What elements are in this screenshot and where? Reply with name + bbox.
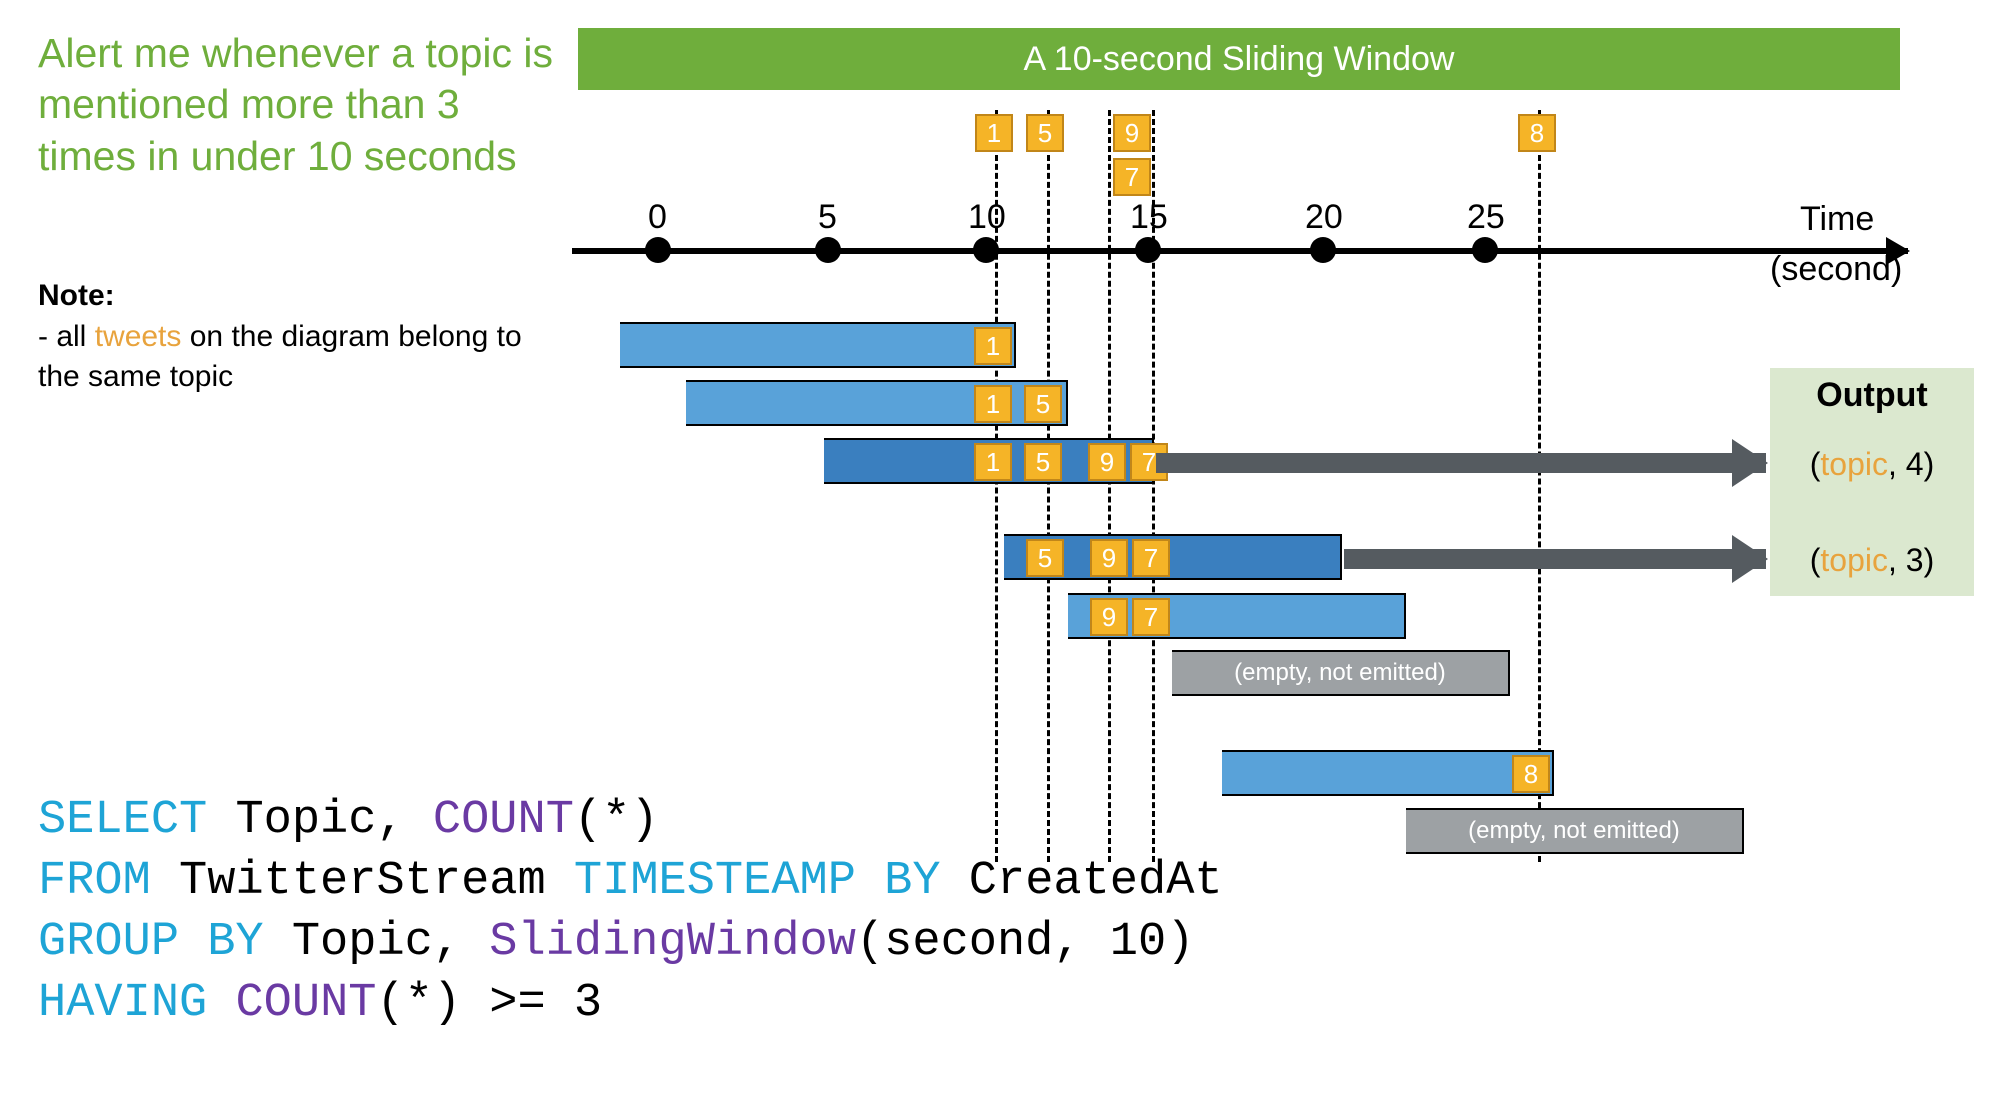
axis-label-time: Time xyxy=(1800,200,1874,239)
output-panel: Output (topic, 4) (topic, 3) xyxy=(1770,368,1974,596)
axis-tick xyxy=(1310,237,1336,263)
window-bar: 1 xyxy=(620,322,1016,368)
axis-tick xyxy=(1135,237,1161,263)
sql-ts-col: CreatedAt xyxy=(941,855,1223,908)
sql-select: SELECT xyxy=(38,794,207,847)
axis-label-second: (second) xyxy=(1770,250,1902,289)
sql-timestamp-by: TIMESTEAMP BY xyxy=(574,855,941,908)
event-marker: 8 xyxy=(1518,114,1556,152)
event-marker: 1 xyxy=(975,114,1013,152)
sql-count-fn: COUNT xyxy=(433,794,574,847)
window-bar: 97 xyxy=(1068,593,1406,639)
axis-tick xyxy=(645,237,671,263)
note-block: Note: - all tweets on the diagram belong… xyxy=(38,276,558,398)
window-bar: 15 xyxy=(686,380,1068,426)
event-chip: 8 xyxy=(1512,755,1550,793)
time-axis xyxy=(572,248,1908,254)
event-chip: 7 xyxy=(1132,539,1170,577)
lead-text: Alert me whenever a topic is mentioned m… xyxy=(38,28,558,182)
event-marker: 7 xyxy=(1113,158,1151,196)
axis-tick xyxy=(1472,237,1498,263)
output-title: Output xyxy=(1770,376,1974,415)
output-arrow xyxy=(1156,453,1766,473)
sql-from: FROM xyxy=(38,855,151,908)
axis-tick xyxy=(973,237,999,263)
sql-sw-args: (second, 10) xyxy=(856,916,1194,969)
sql-having-tail: (*) >= 3 xyxy=(376,977,602,1030)
guide-line xyxy=(1047,110,1050,862)
axis-tick-label: 10 xyxy=(968,198,1006,237)
event-marker: 5 xyxy=(1026,114,1064,152)
window-bar: 597 xyxy=(1004,534,1342,580)
sql-query: SELECT Topic, COUNT(*) FROM TwitterStrea… xyxy=(38,790,1223,1034)
sql-slidingwindow-fn: SlidingWindow xyxy=(489,916,856,969)
output-arrow xyxy=(1344,549,1766,569)
event-marker: 9 xyxy=(1113,114,1151,152)
axis-tick-label: 5 xyxy=(818,198,837,237)
axis-tick-label: 0 xyxy=(648,198,667,237)
note-heading: Note xyxy=(38,279,105,312)
window-bar: 8 xyxy=(1222,750,1554,796)
event-chip: 5 xyxy=(1026,539,1064,577)
event-chip: 5 xyxy=(1024,385,1062,423)
axis-tick-label: 20 xyxy=(1305,198,1343,237)
sql-having-count-fn: COUNT xyxy=(235,977,376,1030)
window-bar-empty: (empty, not emitted) xyxy=(1172,650,1510,696)
sql-group-by: GROUP BY xyxy=(38,916,264,969)
output-row: (topic, 3) xyxy=(1770,542,1974,579)
window-bar-empty: (empty, not emitted) xyxy=(1406,808,1744,854)
note-pre: - all xyxy=(38,320,95,353)
event-chip: 9 xyxy=(1090,598,1128,636)
window-header-bar: A 10-second Sliding Window xyxy=(578,28,1900,90)
event-chip: 7 xyxy=(1132,598,1170,636)
axis-tick xyxy=(815,237,841,263)
event-chip: 1 xyxy=(974,385,1012,423)
window-bar: 1597 xyxy=(824,438,1154,484)
event-chip: 9 xyxy=(1090,539,1128,577)
guide-line xyxy=(1108,110,1111,862)
note-tweets-word: tweets xyxy=(95,320,182,353)
event-chip: 5 xyxy=(1024,443,1062,481)
sql-from-tbl: TwitterStream xyxy=(151,855,574,908)
axis-tick-label: 25 xyxy=(1467,198,1505,237)
axis-tick-label: 15 xyxy=(1130,198,1168,237)
sql-group-topic: Topic, xyxy=(264,916,490,969)
event-chip: 1 xyxy=(974,443,1012,481)
sql-having: HAVING xyxy=(38,977,207,1030)
event-chip: 9 xyxy=(1088,443,1126,481)
sql-select-topic: Topic, xyxy=(207,794,433,847)
event-chip: 1 xyxy=(974,327,1012,365)
output-row: (topic, 4) xyxy=(1770,446,1974,483)
sql-count-arg: (*) xyxy=(574,794,659,847)
